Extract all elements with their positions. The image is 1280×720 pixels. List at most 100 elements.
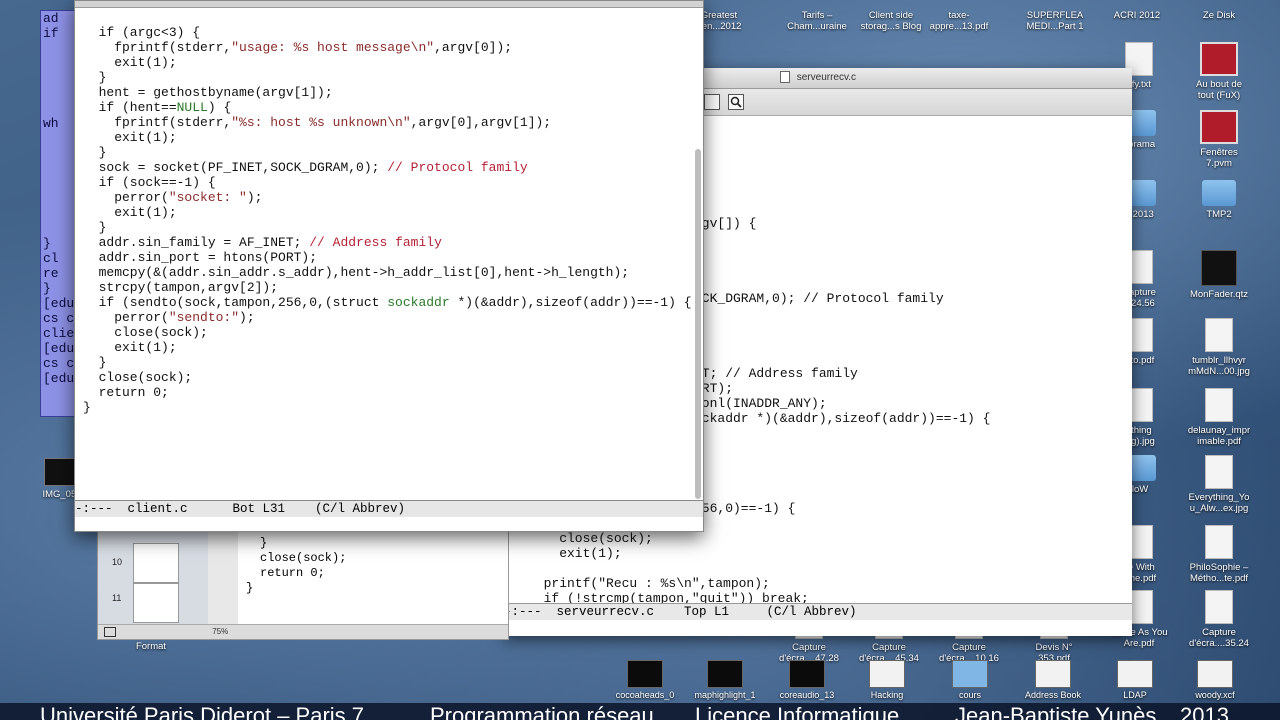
desktop-icon-label: Client side storag...s Blog [860, 10, 922, 32]
desktop: 5 Greatest ...pen...2012Tarifs – Cham...… [0, 0, 1280, 720]
dock-item[interactable]: Address Book [1018, 660, 1088, 700]
code-line: exit(1); [83, 340, 177, 355]
dock-item-label: LDAP [1123, 690, 1147, 700]
code-line: close(sock); [83, 370, 193, 385]
dock-item-label: woody.xcf [1195, 690, 1235, 700]
code-line: return 0; [260, 566, 325, 580]
code-line: perror("socket: "); [83, 190, 263, 205]
dock-item[interactable]: cocoaheads_0 [610, 660, 680, 700]
desktop-icon[interactable]: ACRI 2012 [1098, 10, 1176, 21]
code-line: } [246, 581, 254, 595]
video-file-icon [707, 660, 743, 688]
desktop-icon[interactable]: MonFader.qtz [1180, 250, 1258, 300]
code-line: } [260, 536, 268, 550]
code-line: } [83, 70, 107, 85]
caption-author: Jean-Baptiste Yunès [955, 703, 1157, 720]
dock-item[interactable]: woody.xcf [1180, 660, 1250, 700]
paste-icon[interactable] [704, 94, 720, 110]
code-line: OCK_DGRAM,0); // Protocol family [694, 291, 944, 306]
page-thumbnails: 10 11 [98, 531, 208, 625]
desktop-icon[interactable]: Client side storag...s Blog [852, 10, 930, 32]
document-icon [1035, 660, 1071, 688]
file-icon [1205, 388, 1233, 422]
dock-item[interactable]: cours [935, 660, 1005, 700]
code-buffer[interactable]: if (argc<3) { fprintf(stderr,"usage: %s … [83, 25, 692, 415]
code-line: if (sock==-1) { [83, 175, 216, 190]
code-line: memcpy(&(addr.sin_addr.s_addr),hent->h_a… [83, 265, 630, 280]
desktop-icon[interactable]: delaunay_impr imable.pdf [1180, 388, 1258, 447]
desktop-icon[interactable]: TMP2 [1180, 180, 1258, 220]
document-icon [1197, 660, 1233, 688]
code-line: strcpy(tampon,argv[2]); [83, 280, 279, 295]
video-file-icon [789, 660, 825, 688]
file-icon [779, 71, 790, 84]
dock-item-label: coreaudio_13 [779, 690, 835, 700]
document-area[interactable]: } close(sock); return 0; } [238, 531, 508, 625]
desktop-icon[interactable]: tumblr_llhvyr mMdN...00.jpg [1180, 318, 1258, 377]
dock-item[interactable]: Hacking [852, 660, 922, 700]
desktop-icon-label: Tarifs – Cham...uraine [787, 10, 847, 32]
pages-document-window[interactable]: 10 11 } close(sock); return 0; } 75% [97, 530, 509, 640]
dock-item[interactable]: maphighlight_1 [690, 660, 760, 700]
code-line: close(sock); [83, 325, 208, 340]
code-line: printf("Recu : %s\n",tampon); [528, 576, 770, 591]
window-title: serveurrecv.c [796, 72, 857, 83]
lecture-caption: Université Paris Diderot – Paris 7 Progr… [0, 703, 1280, 720]
parallels-icon [1200, 42, 1238, 76]
code-line: hent = gethostbyname(argv[1]); [83, 85, 333, 100]
code-line: } [83, 355, 107, 370]
desktop-icon-format[interactable]: Format [112, 641, 190, 652]
code-line: fprintf(stderr,"usage: %s host message\n… [83, 40, 513, 55]
code-line: addr.sin_port = htons(PORT); [83, 250, 318, 265]
page-number: 11 [112, 593, 122, 603]
desktop-icon[interactable]: SUPERFLEA MEDI...Part 1 [1016, 10, 1094, 32]
code-line: ockaddr *)(&addr),sizeof(addr))==-1) { [694, 411, 991, 426]
code-line: if (argc<3) { [83, 25, 201, 40]
desktop-icon[interactable]: Everything_Yo u_Alw...ex.jpg [1180, 455, 1258, 514]
code-line: sock = socket(PF_INET,SOCK_DGRAM,0); // … [83, 160, 528, 175]
file-icon [1205, 590, 1233, 624]
scrollbar[interactable] [695, 149, 701, 499]
caption-degree: Licence Informatique [695, 703, 900, 720]
desktop-icon-label: Au bout de tout (FuX) [1196, 79, 1242, 101]
video-file-icon [627, 660, 663, 688]
desktop-icon[interactable]: PhiloSophie – Métho...te.pdf [1180, 525, 1258, 584]
dock-item-label: Address Book [1024, 690, 1082, 700]
code-line: } [83, 220, 107, 235]
desktop-icon-label: Format [135, 641, 167, 652]
desktop-icon-label: lloW [1129, 484, 1149, 495]
folder-icon [1202, 180, 1236, 206]
caption-course: Programmation réseau [430, 703, 654, 720]
code-line: if (hent==NULL) { [83, 100, 232, 115]
code-line: exit(1); [83, 130, 177, 145]
view-icon[interactable] [104, 626, 116, 637]
desktop-icon[interactable]: taxe- appre...13.pdf [920, 10, 998, 32]
desktop-icon[interactable]: Fenêtres 7.pvm [1180, 110, 1258, 169]
status-bar: 75% [98, 624, 508, 639]
dock-item[interactable]: LDAP [1100, 660, 1170, 700]
code-line: } [83, 400, 91, 415]
file-icon [1205, 525, 1233, 559]
code-line: exit(1); [528, 546, 622, 561]
page-thumbnail[interactable] [133, 543, 179, 583]
code-line: exit(1); [83, 205, 177, 220]
zoom-select[interactable]: 75% [212, 627, 228, 636]
code-line: tonl(INADDR_ANY); [694, 396, 827, 411]
emacs-modeline: -:--- serveurrecv.c Top L1 (C/l Abbrev) [504, 603, 1132, 620]
desktop-icon[interactable]: Tarifs – Cham...uraine [778, 10, 856, 32]
page-thumbnail[interactable] [133, 583, 179, 623]
desktop-icon-label: Ze Disk [1202, 10, 1236, 21]
desktop-icon[interactable]: Ze Disk [1180, 10, 1258, 21]
dock-item[interactable]: coreaudio_13 [772, 660, 842, 700]
document-icon [1117, 660, 1153, 688]
desktop-icon[interactable]: Capture d'écra....35.24 [1180, 590, 1258, 649]
emacs-window-client[interactable]: if (argc<3) { fprintf(stderr,"usage: %s … [74, 0, 704, 532]
code-line: } [83, 145, 107, 160]
desktop-icon-label: ACRI 2012 [1113, 10, 1161, 21]
desktop-icon[interactable]: Au bout de tout (FuX) [1180, 42, 1258, 101]
code-line: close(sock); [260, 551, 347, 565]
search-icon[interactable] [728, 94, 744, 110]
dock-item-label: cocoaheads_0 [615, 690, 675, 700]
code-line: if (sendto(sock,tampon,256,0,(struct soc… [83, 295, 692, 310]
quartz-file-icon [1201, 250, 1237, 286]
